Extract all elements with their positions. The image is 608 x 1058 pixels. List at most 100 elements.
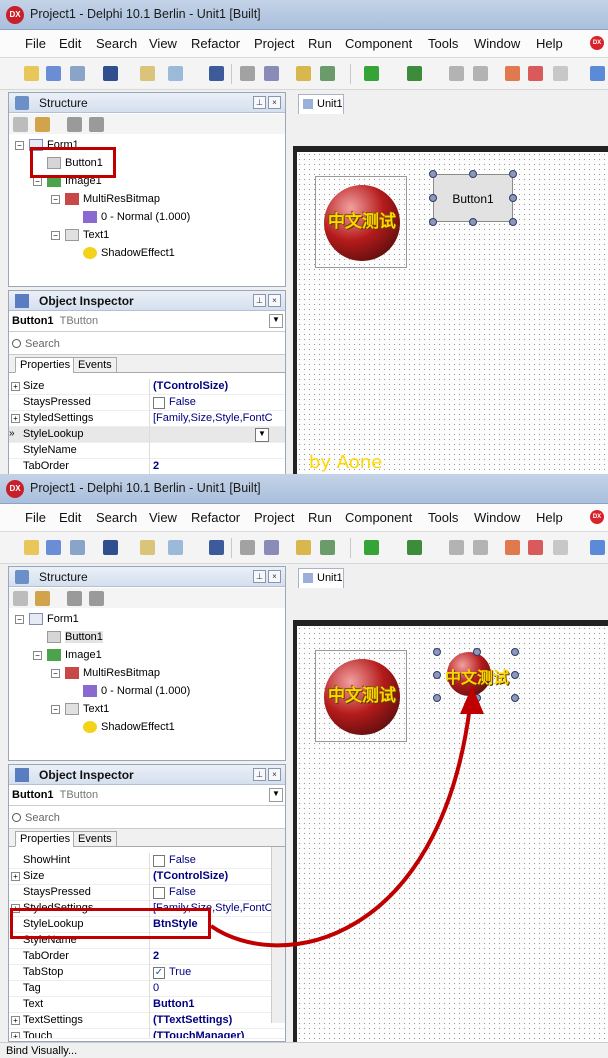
component-selector[interactable]: Button1 TButton ▼ [9,312,285,332]
pin-icon[interactable]: ⊥ [253,96,266,109]
resize-handle[interactable] [429,194,437,202]
pin-icon[interactable]: ⊥ [253,294,266,307]
resize-handle[interactable] [429,218,437,226]
tree-node-bitmap-item[interactable]: 0 - Normal (1.000) [101,211,190,223]
open-project-icon[interactable] [46,66,61,81]
step-into-icon[interactable] [505,66,520,81]
step-over-icon[interactable] [528,66,543,81]
resize-handle[interactable] [429,170,437,178]
property-row[interactable]: + Size (TControlSize) [9,379,285,395]
close-icon[interactable]: × [268,294,281,307]
app-logo-icon: DX [6,6,24,24]
search-icon [12,339,21,348]
resize-handle[interactable] [509,170,517,178]
open-file-icon[interactable] [168,66,183,81]
expander-icon[interactable]: − [51,231,60,240]
property-row[interactable]: TabOrder 2 [9,459,285,474]
tree-node-text1[interactable]: Text1 [83,229,109,241]
inspector-header: Object Inspector ⊥ × [9,291,285,311]
bitmap-icon [65,193,79,205]
form-designer: Unit1 中文测试 Button1 by Aone [292,90,608,474]
run-without-debug-icon[interactable] [407,66,422,81]
new-form-icon[interactable] [140,66,155,81]
menu-project[interactable]: Project [254,36,294,51]
dx-icon[interactable]: DX [590,36,604,50]
property-value[interactable]: [Family,Size,Style,FontC [153,412,273,424]
expand-icon[interactable]: + [11,382,20,391]
text-component-icon [65,229,79,241]
add-file-icon[interactable] [296,66,311,81]
view-form-icon[interactable] [103,66,118,81]
open-icon[interactable] [70,66,85,81]
selected-component-name: Button1 [12,315,54,327]
chevron-down-icon[interactable]: ▼ [255,428,269,442]
close-icon[interactable]: × [268,96,281,109]
save-all-icon[interactable] [240,66,255,81]
property-row[interactable]: StyleName [9,443,285,459]
run-to-cursor-icon[interactable] [553,66,568,81]
menu-window[interactable]: Window [474,36,520,51]
property-row[interactable]: StaysPressed False [9,395,285,411]
structure-icon [15,96,29,110]
expander-icon[interactable]: − [15,141,24,150]
tree-node-shadoweffect1[interactable]: ShadowEffect1 [101,247,175,259]
menu-refactor[interactable]: Refactor [191,36,240,51]
tab-events[interactable]: Events [73,357,117,373]
structure-toolbar [9,114,285,134]
expand-icon[interactable]: + [11,414,20,423]
tab-unit1[interactable]: Unit1 [298,94,344,114]
property-row-selected[interactable]: » StyleLookup ▼ [9,427,285,443]
divider [149,443,150,459]
move-down-icon[interactable] [89,117,104,132]
expander-icon[interactable]: − [51,195,60,204]
menu-search[interactable]: Search [96,36,137,51]
run-icon[interactable] [364,66,379,81]
menu-help[interactable]: Help [536,36,563,51]
menu-component[interactable]: Component [345,36,412,51]
resize-handle[interactable] [469,218,477,226]
menu-file[interactable]: File [25,36,46,51]
menu-run[interactable]: Run [308,36,332,51]
image1-component[interactable]: 中文测试 [315,176,407,268]
property-value: False [169,396,196,408]
menu-edit[interactable]: Edit [59,36,81,51]
property-name: Size [23,380,45,392]
design-canvas[interactable]: 中文测试 Button1 by Aone [293,146,608,474]
search-placeholder: Search [25,338,60,350]
save-icon[interactable] [209,66,224,81]
object-inspector: Object Inspector ⊥ × Button1 TButton ▼ Se… [8,290,286,474]
stop-icon[interactable] [473,66,488,81]
tree-node-multiresbitmap[interactable]: MultiResBitmap [83,193,160,205]
selected-component-type: TButton [59,315,99,327]
windows-icon[interactable] [590,66,605,81]
arrow-head [460,686,484,714]
new-items-icon[interactable] [24,66,39,81]
toggle-icon[interactable] [13,117,28,132]
delete-icon[interactable] [35,117,50,132]
expander-icon[interactable]: − [33,177,42,186]
pause-icon[interactable] [449,66,464,81]
menu-tools[interactable]: Tools [428,36,458,51]
arrow-curve [209,705,472,948]
chevron-down-icon[interactable]: ▼ [269,314,283,328]
property-row[interactable]: + StyledSettings [Family,Size,Style,FontC [9,411,285,427]
resize-handle[interactable] [509,218,517,226]
divider [149,395,150,411]
structure-panel-buttons: ⊥ × [251,96,281,109]
remove-file-icon[interactable] [320,66,335,81]
button1-component[interactable]: Button1 [433,174,513,222]
move-up-icon[interactable] [67,117,82,132]
tab-properties[interactable]: Properties [15,357,76,373]
menu-view[interactable]: View [149,36,177,51]
resize-handle[interactable] [509,194,517,202]
close-icon[interactable] [264,66,279,81]
resize-handle[interactable] [469,170,477,178]
structure-title: Structure [39,96,88,110]
ide-screenshot-before: DX Project1 - Delphi 10.1 Berlin - Unit1… [0,0,608,474]
checkbox[interactable] [153,397,165,409]
inspector-icon [15,294,29,308]
property-value[interactable]: 2 [153,460,159,472]
inspector-panel-buttons: ⊥ × [251,294,281,307]
property-value[interactable]: (TControlSize) [153,380,228,392]
inspector-search-input[interactable]: Search [9,335,285,355]
